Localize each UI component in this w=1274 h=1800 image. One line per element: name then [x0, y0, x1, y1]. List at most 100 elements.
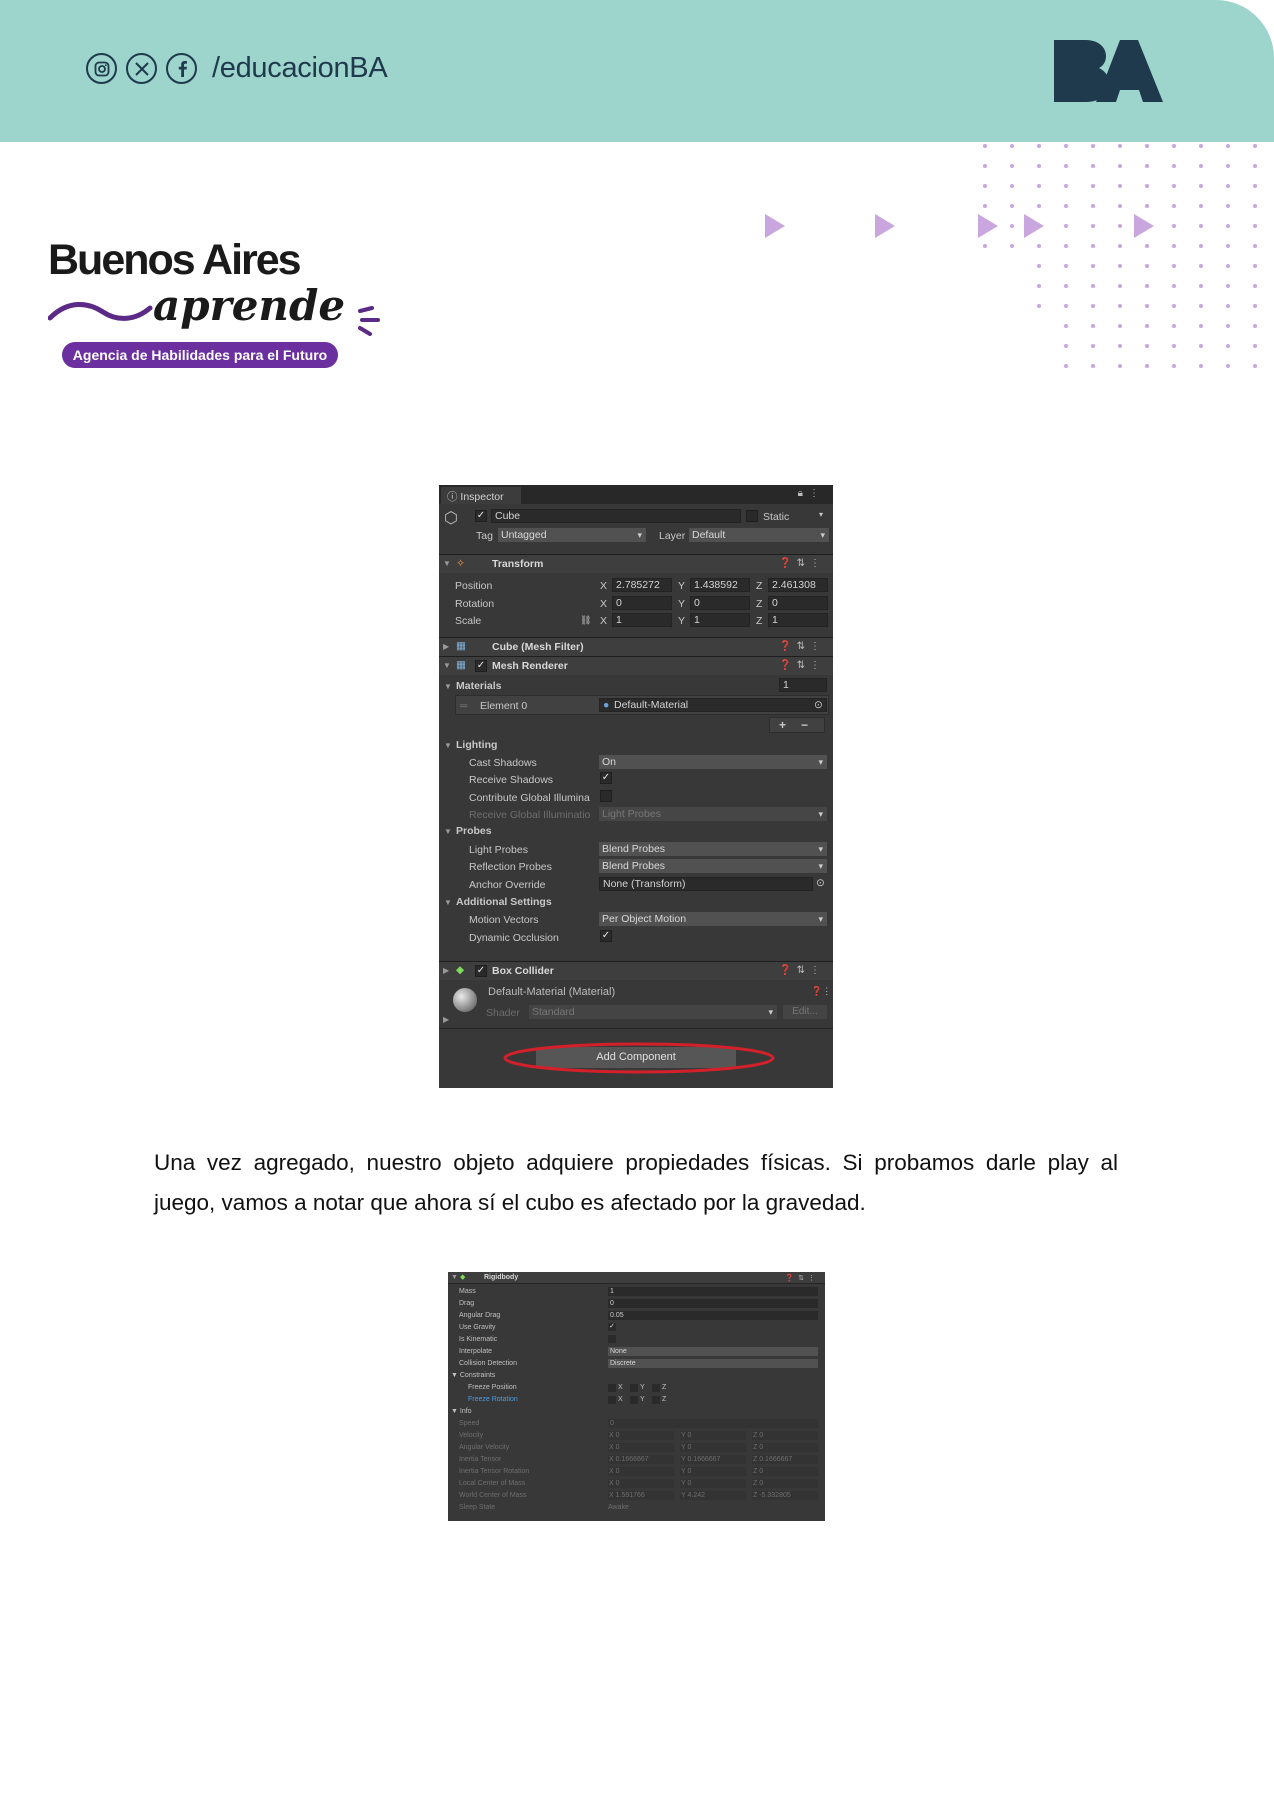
component-menu-icons[interactable]: ❓⇅⋮: [785, 1274, 819, 1282]
decor-dot: [1226, 264, 1230, 268]
decor-dot: [1037, 304, 1041, 308]
remove-element-button[interactable]: −: [801, 718, 808, 732]
materials-count[interactable]: 1: [779, 678, 827, 692]
shader-dropdown[interactable]: Standard: [529, 1005, 777, 1019]
reflection-probes-dropdown[interactable]: Blend Probes: [599, 859, 827, 873]
scale-x[interactable]: 1: [612, 613, 672, 627]
decor-dot: [1091, 184, 1095, 188]
foldout-icon[interactable]: ▼: [444, 741, 452, 750]
transform-header[interactable]: ▼ ⟡ Transform ❓⇅⋮: [439, 554, 833, 573]
scale-z[interactable]: 1: [768, 613, 828, 627]
active-checkbox[interactable]: ✓: [475, 510, 487, 522]
anchor-override-field[interactable]: None (Transform): [599, 877, 813, 891]
angular-drag-field[interactable]: 0.05: [608, 1311, 818, 1320]
layer-dropdown[interactable]: Default: [689, 528, 829, 542]
tag-dropdown[interactable]: Untagged: [498, 528, 646, 542]
position-y[interactable]: 1.438592: [690, 578, 750, 592]
box-collider-enabled-checkbox[interactable]: ✓: [475, 965, 487, 977]
box-collider-header[interactable]: ▶ ◆ ✓ Box Collider ❓⇅⋮: [439, 961, 833, 980]
freeze-rotation-x-checkbox[interactable]: [608, 1396, 616, 1404]
decor-dot: [1199, 224, 1203, 228]
foldout-icon[interactable]: ▼: [444, 827, 452, 836]
decor-dot: [1010, 224, 1014, 228]
material-menu-icons[interactable]: ❓⋮: [811, 986, 831, 997]
component-menu-icons[interactable]: ❓⇅⋮: [779, 660, 825, 671]
foldout-icon[interactable]: ▼: [444, 898, 452, 907]
foldout-icon[interactable]: ▼: [451, 1274, 458, 1281]
drag-handle-icon[interactable]: ═: [460, 700, 467, 712]
decor-dot: [1064, 204, 1068, 208]
light-probes-dropdown[interactable]: Blend Probes: [599, 842, 827, 856]
decor-dot: [1172, 344, 1176, 348]
link-icon[interactable]: ⛓: [580, 615, 591, 626]
motion-vectors-dropdown[interactable]: Per Object Motion: [599, 912, 827, 926]
position-z[interactable]: 2.461308: [768, 578, 828, 592]
foldout-icon[interactable]: ▼: [443, 559, 451, 568]
info-value-y: Y 0: [681, 1444, 692, 1451]
freeze-position-label: Freeze Position: [468, 1384, 517, 1391]
freeze-position-z-checkbox[interactable]: [652, 1384, 660, 1392]
decor-dot: [1091, 284, 1095, 288]
shader-edit-button[interactable]: Edit...: [783, 1005, 827, 1019]
freeze-rotation-z-checkbox[interactable]: [652, 1396, 660, 1404]
social-handle[interactable]: /educacionBA: [212, 52, 388, 85]
foldout-icon[interactable]: ▼: [451, 1408, 460, 1415]
cast-shadows-dropdown[interactable]: On: [599, 755, 827, 769]
foldout-icon[interactable]: ▼: [444, 682, 452, 691]
static-checkbox[interactable]: [746, 510, 758, 522]
lock-icon[interactable]: 🔒︎⋮: [798, 488, 825, 499]
inspector-tab[interactable]: ⓘ Inspector: [441, 487, 521, 504]
foldout-icon[interactable]: ▼: [443, 661, 451, 670]
decor-dot: [1253, 224, 1257, 228]
rotation-y[interactable]: 0: [690, 596, 750, 610]
freeze-position-y-checkbox[interactable]: [630, 1384, 638, 1392]
rotation-label: Rotation: [455, 598, 495, 610]
decor-dot: [1118, 204, 1122, 208]
freeze-position-x-checkbox[interactable]: [608, 1384, 616, 1392]
mesh-renderer-header[interactable]: ▼ ▦ ✓ Mesh Renderer ❓⇅⋮: [439, 656, 833, 675]
position-x[interactable]: 2.785272: [612, 578, 672, 592]
object-name-field[interactable]: Cube: [491, 509, 741, 523]
mass-field[interactable]: 1: [608, 1287, 818, 1296]
rotation-x[interactable]: 0: [612, 596, 672, 610]
foldout-icon[interactable]: ▶: [443, 642, 449, 651]
facebook-icon[interactable]: [166, 53, 197, 84]
axis-z: Z: [756, 580, 763, 592]
dynamic-occlusion-checkbox[interactable]: ✓: [600, 930, 612, 942]
decor-dot: [1199, 184, 1203, 188]
component-menu-icons[interactable]: ❓⇅⋮: [779, 558, 825, 569]
use-gravity-checkbox[interactable]: ✓: [608, 1323, 616, 1331]
mesh-filter-header[interactable]: ▶ ▦ Cube (Mesh Filter) ❓⇅⋮: [439, 637, 833, 656]
foldout-icon[interactable]: ▶: [443, 966, 449, 975]
axis-label: Z: [662, 1384, 667, 1391]
add-element-button[interactable]: +: [779, 718, 786, 732]
is-kinematic-checkbox[interactable]: [608, 1335, 616, 1343]
object-picker-icon[interactable]: ⊙: [816, 877, 825, 889]
interpolate-dropdown[interactable]: None: [608, 1347, 818, 1356]
contribute-gi-checkbox[interactable]: [600, 790, 612, 802]
object-picker-icon[interactable]: ⊙: [814, 699, 823, 711]
inspector-tabbar: ⓘ Inspector 🔒︎⋮: [439, 485, 833, 504]
decor-dot: [1091, 244, 1095, 248]
static-dropdown-icon[interactable]: ▾: [819, 510, 823, 519]
rigidbody-header[interactable]: ▼ ◆ Rigidbody ❓⇅⋮: [448, 1272, 825, 1284]
foldout-icon[interactable]: ▶: [443, 1015, 449, 1024]
decor-dot: [1226, 224, 1230, 228]
add-component-button[interactable]: Add Component: [536, 1047, 736, 1068]
element-0-field[interactable]: Default-Material: [599, 698, 827, 712]
x-icon[interactable]: [126, 53, 157, 84]
mesh-renderer-enabled-checkbox[interactable]: ✓: [475, 660, 487, 672]
decor-dot: [1199, 164, 1203, 168]
receive-shadows-checkbox[interactable]: ✓: [600, 772, 612, 784]
freeze-rotation-y-checkbox[interactable]: [630, 1396, 638, 1404]
decor-dot: [1172, 324, 1176, 328]
scale-y[interactable]: 1: [690, 613, 750, 627]
rotation-z[interactable]: 0: [768, 596, 828, 610]
decor-dot: [1118, 164, 1122, 168]
foldout-icon[interactable]: ▼: [451, 1372, 460, 1379]
drag-field[interactable]: 0: [608, 1299, 818, 1308]
collision-detection-dropdown[interactable]: Discrete: [608, 1359, 818, 1368]
component-menu-icons[interactable]: ❓⇅⋮: [779, 965, 825, 976]
component-menu-icons[interactable]: ❓⇅⋮: [779, 641, 825, 652]
instagram-icon[interactable]: [86, 53, 117, 84]
